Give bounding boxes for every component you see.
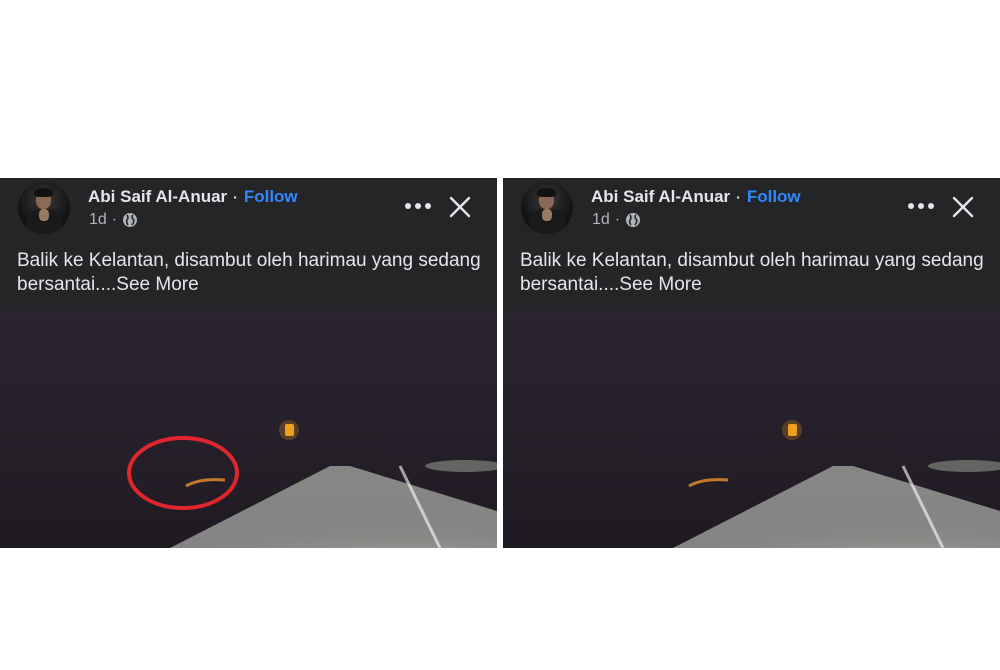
- close-icon[interactable]: [951, 195, 975, 219]
- caption-text: Balik ke Kelantan, disambut oleh harimau…: [17, 250, 481, 295]
- caption-text: Balik ke Kelantan, disambut oleh harimau…: [520, 250, 984, 295]
- facebook-post-original: Abi Saif Al-Anuar · Follow 1d · Balik ke…: [0, 178, 497, 548]
- post-meta: 1d ·: [592, 211, 641, 229]
- post-caption: Balik ke Kelantan, disambut oleh harimau…: [520, 249, 990, 297]
- avatar[interactable]: [521, 182, 573, 234]
- see-more-link[interactable]: See More: [116, 274, 198, 295]
- post-time[interactable]: 1d: [89, 211, 107, 229]
- globe-icon: [625, 212, 641, 228]
- post-photo[interactable]: [0, 311, 497, 548]
- post-header: Abi Saif Al-Anuar · Follow: [88, 186, 298, 208]
- post-meta: 1d ·: [89, 211, 138, 229]
- post-header: Abi Saif Al-Anuar · Follow: [591, 186, 801, 208]
- facebook-post-copy: Abi Saif Al-Anuar · Follow 1d · Balik ke…: [503, 178, 1000, 548]
- globe-icon: [122, 212, 138, 228]
- follow-button[interactable]: Follow: [244, 187, 298, 207]
- meta-separator: ·: [614, 211, 621, 228]
- post-caption: Balik ke Kelantan, disambut oleh harimau…: [17, 249, 487, 297]
- author-name[interactable]: Abi Saif Al-Anuar: [88, 187, 227, 207]
- separator-dot: ·: [233, 189, 238, 205]
- more-dots-icon[interactable]: [908, 196, 934, 216]
- post-time[interactable]: 1d: [592, 211, 610, 229]
- author-name[interactable]: Abi Saif Al-Anuar: [591, 187, 730, 207]
- separator-dot: ·: [736, 189, 741, 205]
- avatar[interactable]: [18, 182, 70, 234]
- post-photo[interactable]: [503, 311, 1000, 548]
- see-more-link[interactable]: See More: [619, 274, 701, 295]
- more-dots-icon[interactable]: [405, 196, 431, 216]
- close-icon[interactable]: [448, 195, 472, 219]
- meta-separator: ·: [111, 211, 118, 228]
- follow-button[interactable]: Follow: [747, 187, 801, 207]
